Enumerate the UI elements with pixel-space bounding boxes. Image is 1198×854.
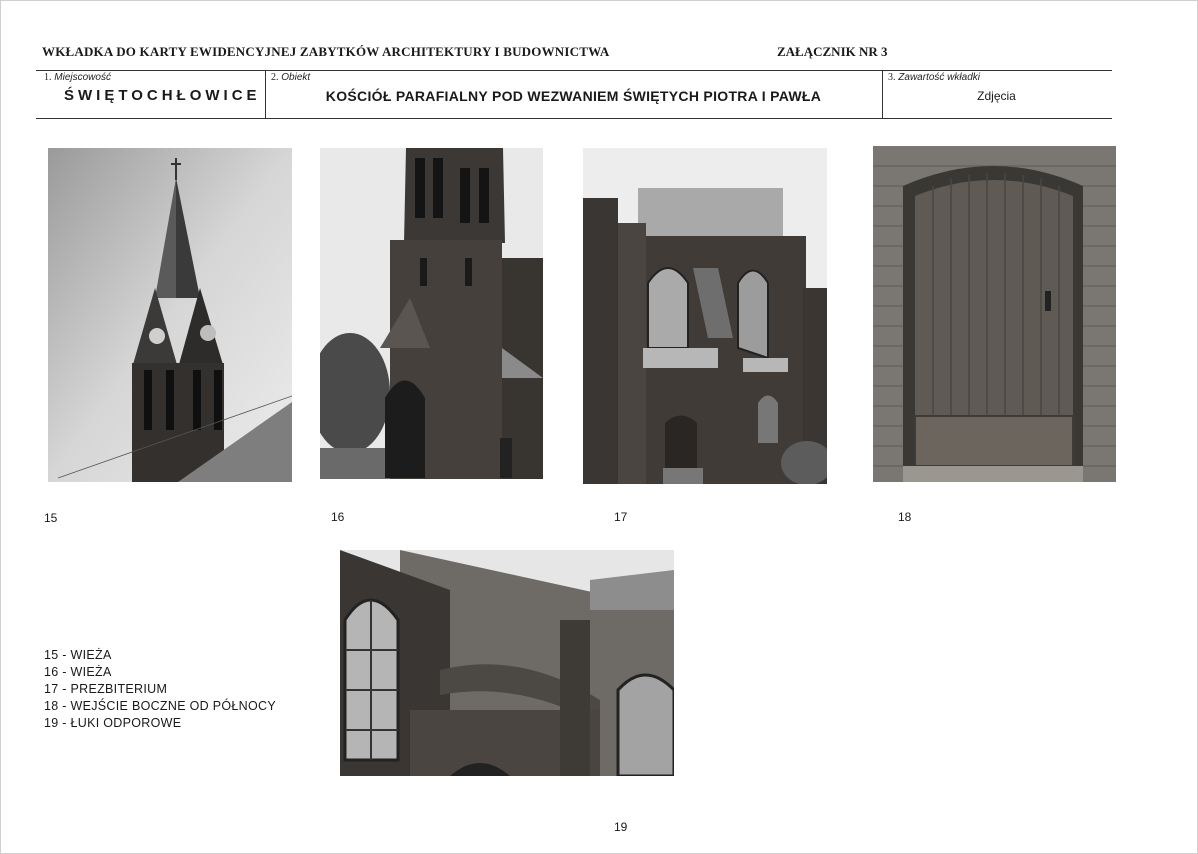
caption-16: 16 - WIEŻA: [44, 665, 112, 679]
header-top-rule: [36, 70, 1112, 71]
caption-15: 15 - WIEŻA: [44, 648, 112, 662]
photo-number-17: 17: [614, 510, 628, 524]
photo-15-tower: [48, 148, 292, 482]
photo-number-16: 16: [331, 510, 345, 524]
object-value: KOŚCIÓŁ PARAFIALNY POD WEZWANIEM ŚWIĘTYC…: [325, 88, 822, 104]
photo-18-side-entrance: [873, 146, 1116, 482]
place-value: ŚWIĘTOCHŁOWICE: [64, 87, 261, 104]
photo-number-18: 18: [898, 510, 912, 524]
caption-18: 18 - WEJŚCIE BOCZNE OD PÓŁNOCY: [44, 699, 276, 713]
header-bottom-rule: [36, 118, 1112, 119]
contents-label: 3. Zawartość wkładki: [888, 72, 980, 83]
contents-value: Zdjęcia: [977, 89, 1016, 103]
photo-19-flying-buttresses: [340, 550, 674, 776]
place-label: 1. Miejscowość: [44, 72, 111, 83]
annex-number: ZAŁĄCZNIK NR 3: [777, 44, 888, 59]
photo-16-tower: [320, 148, 543, 479]
photo-17-presbytery: [583, 148, 827, 484]
photo-number-15: 15: [44, 511, 58, 525]
photo-caption-list: 15 - WIEŻA 16 - WIEŻA 17 - PREZBITERIUM …: [44, 647, 276, 732]
caption-17: 17 - PREZBITERIUM: [44, 682, 168, 696]
object-label: 2. Obiekt: [271, 72, 311, 83]
caption-19: 19 - ŁUKI ODPOROWE: [44, 716, 182, 730]
photo-number-19: 19: [614, 820, 628, 834]
document-title: WKŁADKA DO KARTY EWIDENCYJNEJ ZABYTKÓW A…: [42, 44, 610, 59]
